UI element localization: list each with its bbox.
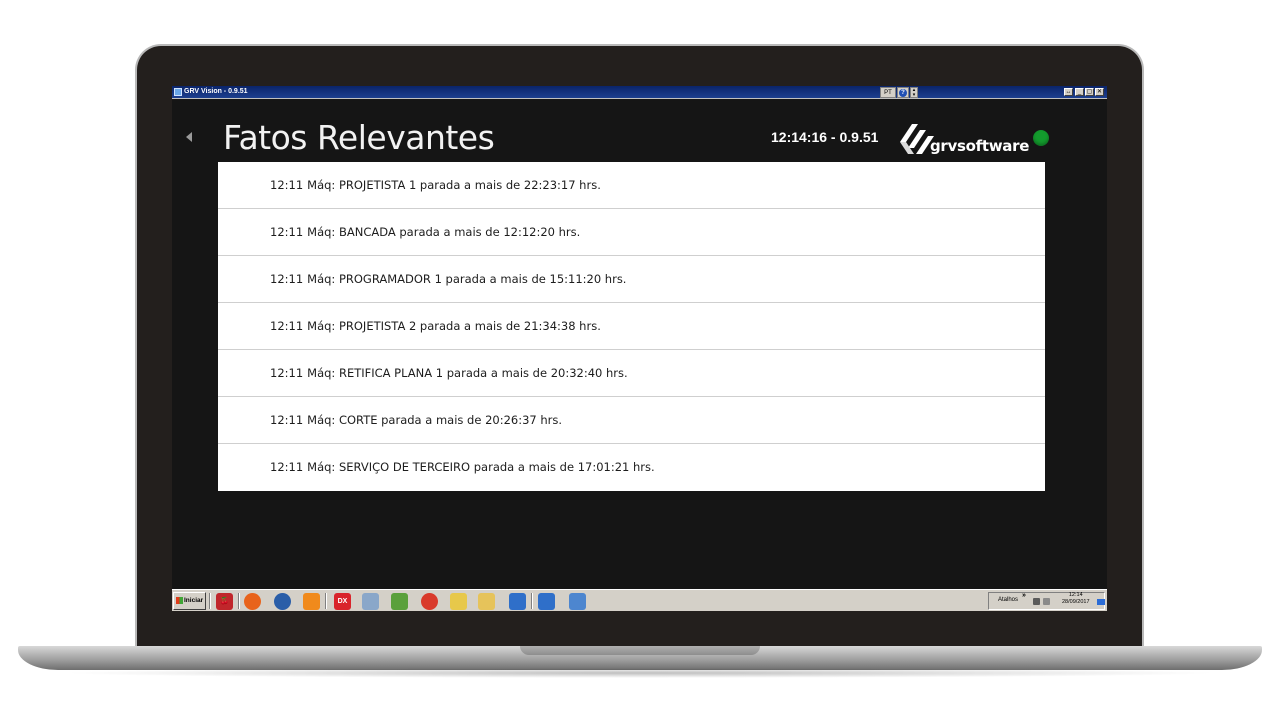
event-text: Máq: PROJETISTA 1 parada a mais de 22:23… [307, 178, 601, 192]
editor-icon[interactable] [391, 593, 408, 610]
tray-shortcuts-label[interactable]: Atalhos [998, 597, 1018, 603]
laptop-shadow [60, 668, 1220, 678]
event-time: 12:11 [270, 178, 304, 192]
event-text: Máq: BANCADA parada a mais de 12:12:20 h… [307, 225, 581, 239]
remote-desktop-icon[interactable] [509, 593, 526, 610]
taskbar-separator [531, 593, 533, 609]
flame-icon[interactable] [303, 593, 320, 610]
close-button[interactable]: ✕ [1095, 88, 1104, 96]
event-time: 12:11 [270, 366, 304, 380]
list-item[interactable]: 12:11 Máq: RETIFICA PLANA 1 parada a mais… [218, 350, 1045, 397]
event-time: 12:11 [270, 225, 304, 239]
event-text: Máq: CORTE parada a mais de 20:26:37 hrs… [307, 413, 563, 427]
back-arrow-icon[interactable] [186, 132, 192, 142]
network-tool-icon[interactable] [362, 593, 379, 610]
help-icon: ? [899, 89, 907, 97]
dx-icon[interactable]: DX [334, 593, 351, 610]
start-label: Iniciar [184, 597, 204, 604]
maximize-button[interactable]: ▢ [1085, 88, 1094, 96]
help-button[interactable]: ? [897, 87, 909, 98]
event-time: 12:11 [270, 413, 304, 427]
clock-version: 12:14:16 - 0.9.51 [771, 129, 879, 145]
cherry-icon[interactable]: 🍒 [216, 593, 233, 610]
minimize-button[interactable]: _ [1075, 88, 1084, 96]
tray-network-icon[interactable] [1043, 598, 1050, 605]
window-titlebar[interactable]: GRV Vision - 0.9.51 PT ? ▴ ▾ ↔ _ ▢ ✕ [172, 86, 1107, 98]
taskbar-separator [238, 593, 240, 609]
tray-date: 28/09/2017 [1062, 599, 1090, 605]
taskbar-separator [209, 593, 211, 609]
event-time: 12:11 [270, 460, 304, 474]
list-item[interactable]: 12:11 Máq: CORTE parada a mais de 20:26:3… [218, 397, 1045, 444]
taskbar-separator [325, 593, 327, 609]
connection-status-indicator [1033, 130, 1049, 146]
windows-flag-icon [176, 597, 183, 604]
grv-logo-mark-icon [900, 124, 934, 154]
app-icon [174, 88, 182, 96]
list-item[interactable]: 12:11 Máq: PROJETISTA 2 parada a mais de … [218, 303, 1045, 350]
list-item[interactable]: 12:11 Máq: BANCADA parada a mais de 12:12… [218, 209, 1045, 256]
event-time: 12:11 [270, 319, 304, 333]
tray-clock[interactable]: 12:14 28/09/2017 [1062, 592, 1090, 606]
laptop-screen: GRV Vision - 0.9.51 PT ? ▴ ▾ ↔ _ ▢ ✕ Fato… [172, 86, 1107, 611]
event-time: 12:11 [270, 272, 304, 286]
start-button[interactable]: Iniciar [173, 592, 206, 610]
chrome-icon[interactable] [421, 593, 438, 610]
tray-expand-icon[interactable]: » [1022, 592, 1026, 599]
event-text: Máq: RETIFICA PLANA 1 parada a mais de 2… [307, 366, 628, 380]
remote-desktop-2-icon[interactable] [538, 593, 555, 610]
show-desktop-icon[interactable] [1097, 599, 1105, 605]
calendar-icon[interactable] [569, 593, 586, 610]
laptop-notch [520, 646, 760, 655]
brand-logo: grvsoftware [898, 120, 1030, 156]
event-text: Máq: PROGRAMADOR 1 parada a mais de 15:1… [307, 272, 627, 286]
event-text: Máq: PROJETISTA 2 parada a mais de 21:34… [307, 319, 601, 333]
brand-name: grvsoftware [930, 137, 1030, 155]
list-item[interactable]: 12:11 Máq: PROGRAMADOR 1 parada a mais de… [218, 256, 1045, 303]
page-title: Fatos Relevantes [223, 118, 495, 157]
thunderbird-icon[interactable] [274, 593, 291, 610]
list-item[interactable]: 12:11 Máq: PROJETISTA 1 parada a mais de … [218, 162, 1045, 209]
taskbar: Iniciar 🍒 DX Atalhos » 12:14 28/09/2017 [172, 589, 1107, 611]
resize-button[interactable]: ↔ [1064, 88, 1073, 96]
tray-arrow-icon[interactable] [1033, 598, 1040, 605]
folder-icon[interactable] [478, 593, 495, 610]
language-options-icon[interactable]: ▴ ▾ [910, 87, 918, 98]
titlebar-divider [172, 98, 1107, 99]
window-title: GRV Vision - 0.9.51 [184, 88, 248, 95]
event-text: Máq: SERVIÇO DE TERCEIRO parada a mais d… [307, 460, 655, 474]
list-item[interactable]: 12:11 Máq: SERVIÇO DE TERCEIRO parada a m… [218, 444, 1045, 491]
notes-icon[interactable] [450, 593, 467, 610]
language-indicator[interactable]: PT [880, 87, 896, 98]
firefox-icon[interactable] [244, 593, 261, 610]
tray-time: 12:14 [1068, 592, 1083, 598]
events-list: 12:11 Máq: PROJETISTA 1 parada a mais de … [218, 162, 1045, 491]
